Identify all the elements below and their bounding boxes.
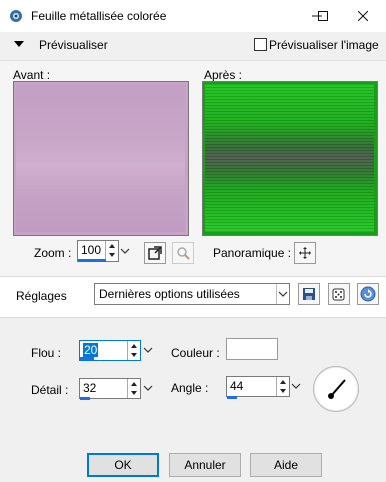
spin-up-icon [280, 380, 286, 384]
maximize-icon [318, 11, 328, 21]
chevron-down-icon [143, 385, 153, 391]
presets-select[interactable]: Dernières options utilisées [94, 283, 290, 305]
spin-down-icon [131, 391, 137, 395]
close-button[interactable] [340, 0, 386, 32]
flou-level-bar [80, 357, 94, 360]
spin-up-icon [131, 382, 137, 386]
fit-window-icon [148, 246, 162, 260]
before-preview-image[interactable] [16, 84, 185, 232]
zoom-level-bar [78, 259, 106, 262]
zoom-stepper[interactable] [105, 241, 118, 261]
angle-label: Angle : [171, 381, 209, 395]
angle-dial[interactable] [313, 366, 359, 412]
zoom-to-fit-button[interactable] [144, 242, 166, 264]
save-preset-button[interactable] [298, 283, 320, 305]
spin-up-icon [131, 344, 137, 348]
couleur-swatch[interactable] [226, 338, 278, 360]
detail-level-bar [80, 397, 90, 400]
detail-label: Détail : [31, 383, 69, 397]
random-preset-button[interactable] [328, 283, 350, 305]
angle-level-bar [227, 396, 237, 399]
detail-stepper[interactable] [127, 379, 140, 398]
cancel-button[interactable]: Annuler [169, 453, 241, 477]
spin-down-icon [280, 389, 286, 393]
app-icon [9, 9, 23, 23]
flou-dropdown-button[interactable] [142, 340, 154, 360]
presets-selected-value: Dernières options utilisées [99, 287, 240, 301]
presets-label: Réglages [16, 289, 67, 303]
chevron-down-icon [143, 347, 153, 353]
angle-needle-icon [328, 379, 346, 399]
save-icon [303, 288, 315, 300]
chevron-down-icon [291, 383, 301, 389]
flou-value: 20 [83, 343, 99, 357]
magnifier-icon [177, 247, 190, 260]
move-icon [299, 247, 311, 259]
angle-input[interactable]: 44 [226, 376, 290, 397]
preview-image-checkbox[interactable] [254, 38, 267, 51]
presets-dropdown-button[interactable] [276, 284, 289, 304]
couleur-label: Couleur : [171, 346, 220, 360]
close-icon [358, 11, 368, 21]
detail-value: 32 [83, 381, 97, 395]
flou-stepper[interactable] [127, 341, 140, 360]
spin-up-icon [109, 244, 115, 248]
preview-toggle-label[interactable]: Prévisualiser [39, 38, 108, 52]
angle-value: 44 [230, 379, 244, 393]
window-title: Feuille métallisée colorée [31, 9, 167, 23]
detail-dropdown-button[interactable] [142, 378, 154, 398]
collapse-arrow-icon[interactable] [14, 41, 24, 47]
zoom-actual-button[interactable] [172, 242, 194, 264]
ok-button[interactable]: OK [87, 453, 159, 477]
preview-image-label[interactable]: Prévisualiser l'image [269, 38, 379, 52]
zoom-label: Zoom : [34, 246, 72, 260]
flou-label: Flou : [31, 346, 62, 360]
help-button[interactable]: Aide [250, 453, 322, 477]
dice-icon [332, 288, 345, 301]
maximize-button[interactable] [300, 0, 346, 32]
spin-down-icon [131, 353, 137, 357]
chevron-down-icon [278, 291, 288, 297]
after-preview-image[interactable] [205, 84, 374, 232]
pan-label: Panoramique : [213, 246, 292, 260]
before-label: Avant : [13, 68, 51, 82]
after-label: Après : [204, 68, 243, 82]
reset-icon [360, 286, 376, 302]
angle-stepper[interactable] [276, 377, 289, 396]
zoom-dropdown-button[interactable] [119, 241, 131, 261]
spin-down-icon [109, 253, 115, 257]
zoom-value: 100 [81, 243, 102, 257]
reset-preset-button[interactable] [357, 283, 379, 305]
angle-dropdown-button[interactable] [290, 376, 302, 396]
pan-button[interactable] [294, 242, 316, 264]
detail-input[interactable]: 32 [79, 378, 141, 399]
chevron-down-icon [120, 248, 130, 254]
